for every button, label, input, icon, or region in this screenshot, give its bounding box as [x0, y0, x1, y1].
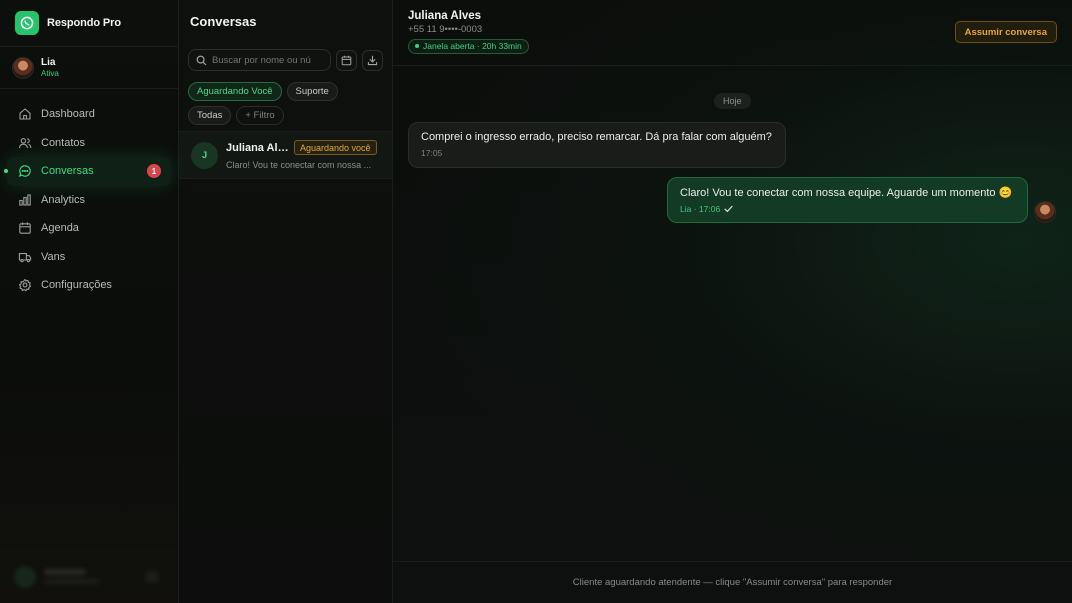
- sidebar-item-dashboard[interactable]: Dashboard: [7, 100, 171, 129]
- date-filter-button[interactable]: [336, 49, 358, 71]
- gear-icon: [18, 278, 32, 292]
- filter-chip-aguardando[interactable]: Aguardando Você: [188, 82, 282, 101]
- chat-header: Juliana Alves +55 11 9••••-0003 Janela a…: [393, 0, 1072, 66]
- calendar-icon: [342, 55, 352, 65]
- truck-icon: [18, 250, 32, 264]
- window-status-text: Janela aberta · 20h 33min: [423, 41, 522, 51]
- sidebar-item-agenda[interactable]: Agenda: [7, 214, 171, 243]
- logout-icon: [146, 570, 158, 583]
- avatar: [12, 56, 34, 79]
- avatar: [14, 565, 36, 588]
- sidebar-item-analytics[interactable]: Analytics: [7, 186, 171, 215]
- window-status-badge: Janela aberta · 20h 33min: [408, 38, 529, 54]
- sidebar-nav: Dashboard Contatos Conversas 1 Analytics…: [0, 89, 178, 300]
- status-dot-icon: [415, 44, 419, 48]
- sidebar-item-label: Vans: [41, 250, 66, 263]
- message-meta: Lia · 17:06: [680, 204, 721, 214]
- export-button[interactable]: [362, 49, 383, 71]
- chat-footer-notice: Cliente aguardando atendente — clique "A…: [393, 561, 1072, 603]
- message-text: Comprei o ingresso errado, preciso remar…: [421, 131, 772, 143]
- message-incoming: Comprei o ingresso errado, preciso remar…: [408, 122, 786, 168]
- sidebar-item-configuracoes[interactable]: Configurações: [7, 271, 171, 300]
- sidebar-item-label: Analytics: [41, 193, 86, 206]
- sidebar-item-label: Configurações: [41, 279, 112, 292]
- chat-panel: Juliana Alves +55 11 9••••-0003 Janela a…: [393, 0, 1072, 603]
- sidebar-item-label: Conversas: [41, 165, 94, 178]
- panel-title: Conversas: [190, 13, 257, 29]
- whatsapp-icon: [15, 11, 39, 35]
- download-icon: [367, 55, 378, 65]
- filter-chips: Aguardando Você Suporte Todas + Filtro: [179, 71, 392, 125]
- message-text: Claro! Vou te conectar com nossa equipe.…: [680, 187, 1013, 199]
- assume-conversation-button[interactable]: Assumir conversa: [954, 21, 1057, 43]
- conversation-list-panel: Conversas Aguardando Você Suporte Todas …: [179, 0, 393, 603]
- sidebar: Respondo Pro Lia Ativa Dashboard Contato…: [0, 0, 179, 603]
- chat-icon: [18, 164, 32, 178]
- unread-badge: 1: [147, 164, 161, 178]
- users-icon: [18, 136, 32, 150]
- user-status: Ativa: [41, 68, 59, 78]
- sidebar-item-label: Dashboard: [41, 108, 95, 121]
- sidebar-item-contatos[interactable]: Contatos: [7, 129, 171, 158]
- filter-chip-suporte[interactable]: Suporte: [286, 82, 338, 101]
- app-root: Respondo Pro Lia Ativa Dashboard Contato…: [0, 0, 1072, 603]
- status-badge: Aguardando você: [294, 140, 377, 155]
- sidebar-item-label: Agenda: [41, 222, 79, 235]
- filter-chip-todas[interactable]: Todas: [188, 106, 232, 125]
- user-name: Lia: [41, 57, 56, 69]
- home-icon: [18, 107, 32, 121]
- search-row: [179, 42, 392, 71]
- search-input[interactable]: [212, 54, 322, 66]
- bar-chart-icon: [18, 193, 32, 207]
- search-box[interactable]: [188, 49, 332, 71]
- sidebar-item-vans[interactable]: Vans: [7, 243, 171, 272]
- day-separator: Hoje: [714, 93, 751, 109]
- avatar: [1034, 201, 1056, 223]
- conversation-preview: Claro! Vou te conectar com nossa ...: [226, 160, 372, 170]
- sidebar-item-conversas[interactable]: Conversas 1: [4, 157, 171, 186]
- check-icon: [724, 205, 733, 213]
- add-filter-button[interactable]: + Filtro: [236, 106, 284, 125]
- sidebar-item-label: Contatos: [41, 136, 86, 149]
- conversation-item[interactable]: J Juliana Alv... Aguardando você Claro! …: [179, 131, 392, 179]
- search-icon: [196, 55, 207, 65]
- current-user[interactable]: Lia Ativa: [0, 47, 178, 89]
- conversation-name: Juliana Alv...: [226, 141, 292, 154]
- sidebar-footer: [0, 549, 178, 603]
- calendar-icon: [18, 221, 32, 235]
- brand[interactable]: Respondo Pro: [0, 0, 178, 47]
- message-time: 17:05: [421, 148, 443, 158]
- brand-name: Respondo Pro: [47, 17, 121, 29]
- message-outgoing: Claro! Vou te conectar com nossa equipe.…: [667, 177, 1028, 223]
- avatar: J: [191, 141, 218, 169]
